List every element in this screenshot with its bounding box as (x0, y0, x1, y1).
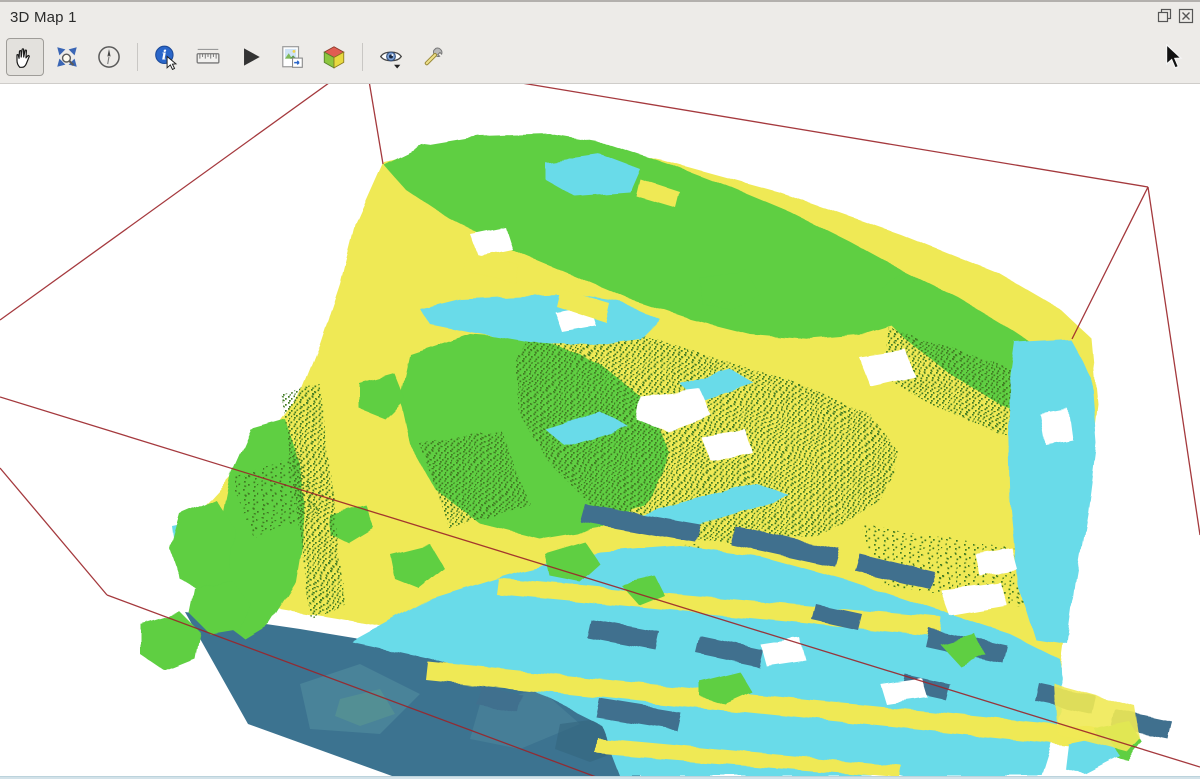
wrench-icon (420, 44, 446, 70)
view-compass-button[interactable] (90, 38, 128, 76)
animations-button[interactable] (231, 38, 269, 76)
save-as-image-button[interactable] (273, 38, 311, 76)
close-window-button[interactable] (1177, 7, 1195, 25)
zoom-full-button[interactable] (48, 38, 86, 76)
toolbar-separator (137, 43, 138, 71)
float-window-icon (1156, 7, 1174, 25)
measure-line-button[interactable] (189, 38, 227, 76)
window-controls (1156, 7, 1195, 25)
compass-icon (96, 44, 122, 70)
pan-hand-icon (12, 44, 38, 70)
float-window-button[interactable] (1156, 7, 1174, 25)
ruler-icon (194, 44, 222, 70)
close-window-icon (1177, 7, 1195, 25)
camera-control-button[interactable] (6, 38, 44, 76)
eye-icon (377, 44, 405, 70)
panel-title: 3D Map 1 (10, 9, 77, 26)
toolbar-3d-map: i (0, 30, 1200, 84)
toolbar-separator (362, 43, 363, 71)
3d-map-viewport[interactable] (0, 84, 1200, 776)
view-themes-button[interactable] (372, 38, 410, 76)
map-3d-panel: 3D Map 1 (0, 0, 1200, 779)
svg-text:i: i (162, 48, 167, 63)
save-image-icon (279, 44, 305, 70)
play-icon (237, 44, 263, 70)
identify-icon: i (153, 44, 179, 70)
titlebar: 3D Map 1 (0, 2, 1200, 30)
zoom-full-icon (54, 44, 80, 70)
identify-button[interactable]: i (147, 38, 185, 76)
export-3d-scene-button[interactable] (315, 38, 353, 76)
cube-3d-icon (321, 44, 347, 70)
configure-button[interactable] (414, 38, 452, 76)
3d-scene-svg (0, 84, 1200, 776)
